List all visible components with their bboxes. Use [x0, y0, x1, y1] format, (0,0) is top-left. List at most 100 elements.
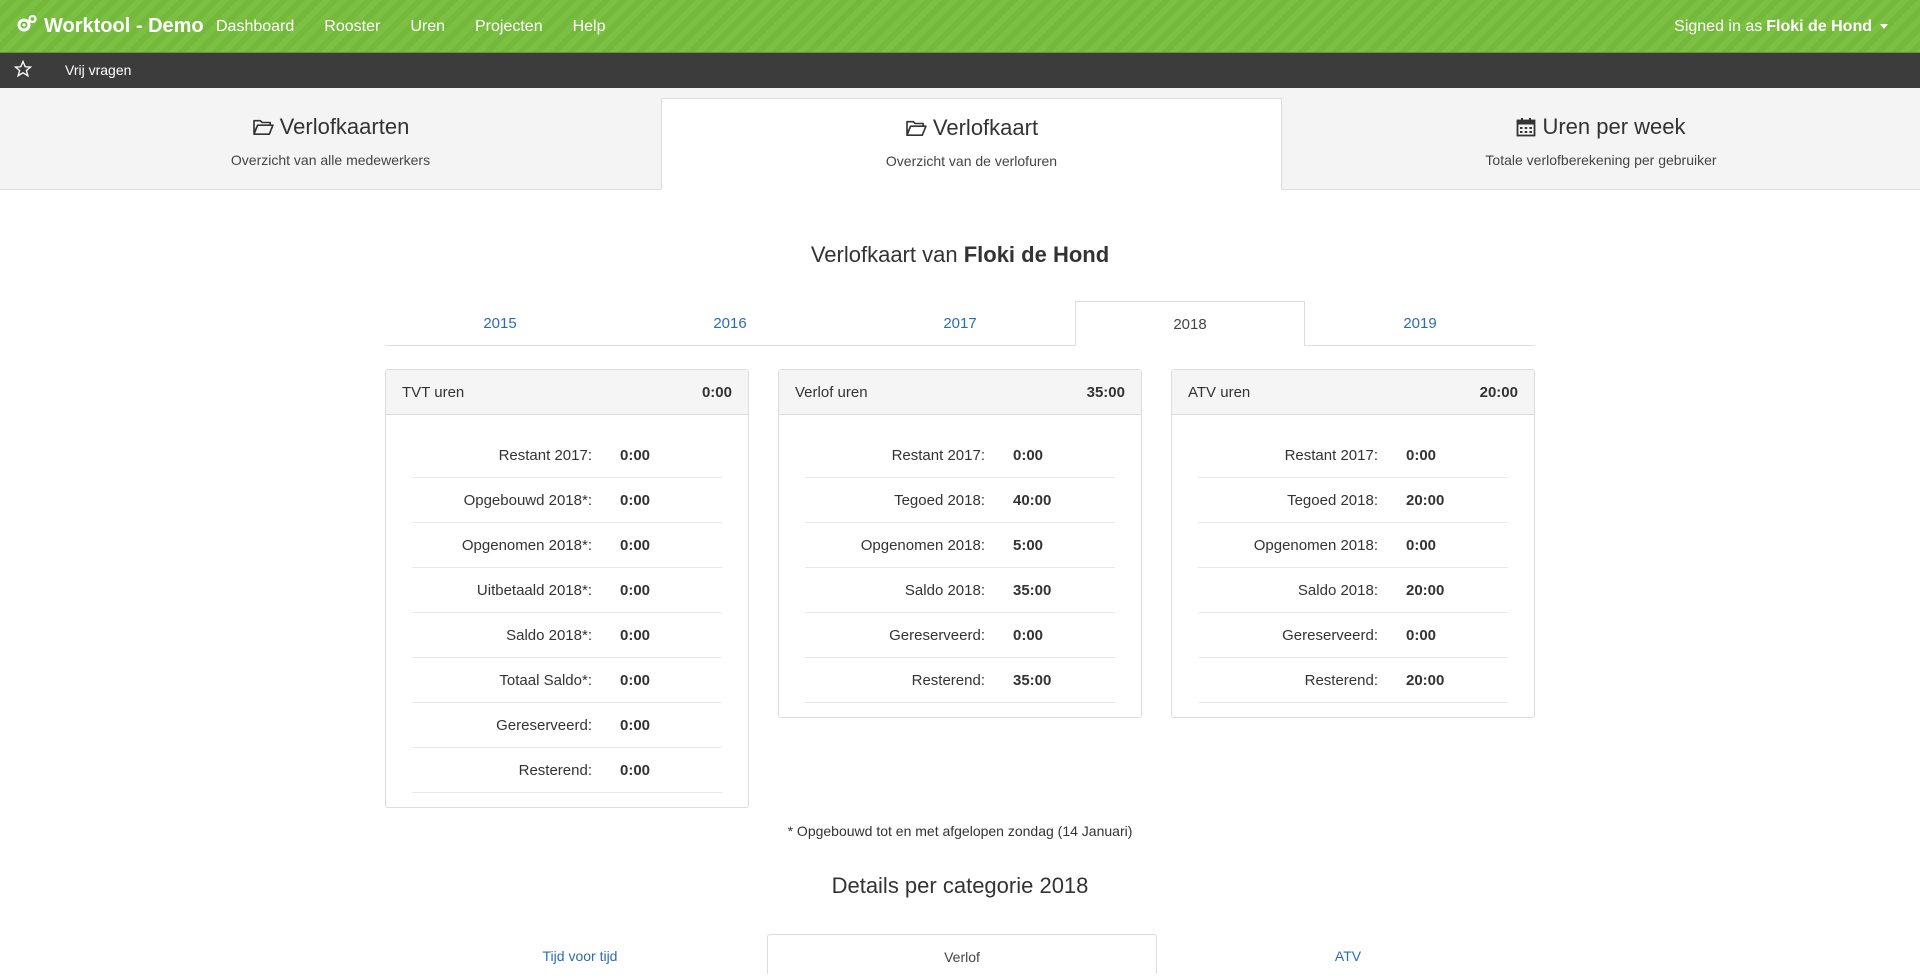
row-value: 0:00 — [1406, 536, 1437, 554]
list-item: Gereserveerd: 0:00 — [412, 703, 722, 748]
tab-uren-per-week[interactable]: Uren per week Totale verlofberekening pe… — [1282, 88, 1920, 189]
panel-verlof-uren: Verlof uren 35:00 Restant 2017: 0:00 Tego… — [778, 369, 1142, 718]
nav-dashboard[interactable]: Dashboard — [216, 18, 294, 36]
list-item: Uitbetaald 2018*: 0:00 — [412, 568, 722, 613]
tab-year-2019[interactable]: 2019 — [1305, 301, 1535, 346]
row-label: Opgenomen 2018: — [860, 536, 985, 554]
panel-title: ATV uren — [1188, 383, 1251, 401]
row-value: 0:00 — [620, 716, 651, 734]
tab-atv[interactable]: ATV — [1153, 934, 1543, 974]
tab-year-2015[interactable]: 2015 — [385, 301, 615, 346]
row-label: Resterend: — [911, 671, 985, 689]
category-tabs: Tijd voor tijd Verlof ATV — [385, 934, 1535, 974]
section-tabs: Verlofkaarten Overzicht van alle medewer… — [0, 88, 1920, 190]
row-label: Saldo 2018: — [1297, 581, 1378, 599]
user-menu[interactable]: Signed in as Floki de Hond — [1674, 0, 1888, 53]
list-item: Tegoed 2018: 40:00 — [805, 478, 1115, 523]
row-label: Opgenomen 2018: — [1253, 536, 1378, 554]
list-item: Opgenomen 2018: 0:00 — [1198, 523, 1508, 568]
panel-total: 35:00 — [1086, 383, 1125, 401]
list-item: Restant 2017: 0:00 — [1198, 433, 1508, 478]
row-value: 0:00 — [620, 446, 651, 464]
list-item: Resterend: 20:00 — [1198, 658, 1508, 703]
tab-verlofkaart[interactable]: Verlofkaart Overzicht van de verlofuren — [661, 98, 1282, 190]
list-item: Gereserveerd: 0:00 — [1198, 613, 1508, 658]
panel-header: Verlof uren 35:00 — [779, 370, 1141, 415]
nav-help[interactable]: Help — [573, 18, 606, 36]
panel-total: 0:00 — [701, 383, 732, 401]
tab-title: Verlofkaarten — [279, 114, 410, 139]
row-label: Saldo 2018: — [904, 581, 985, 599]
row-label: Totaal Saldo*: — [499, 671, 592, 689]
panel-header: TVT uren 0:00 — [386, 370, 748, 415]
star-icon[interactable] — [14, 60, 32, 78]
row-label: Restant 2017: — [1284, 446, 1378, 464]
nav-uren[interactable]: Uren — [410, 18, 445, 36]
row-value: 0:00 — [620, 626, 651, 644]
list-item: Saldo 2018: 35:00 — [805, 568, 1115, 613]
list-item: Opgenomen 2018*: 0:00 — [412, 523, 722, 568]
row-value: 0:00 — [1013, 626, 1044, 644]
row-value: 0:00 — [620, 671, 651, 689]
row-value: 0:00 — [620, 761, 651, 779]
list-item: Resterend: 35:00 — [805, 658, 1115, 703]
list-item: Opgebouwd 2018*: 0:00 — [412, 478, 722, 523]
panel-rows: Restant 2017: 0:00 Opgebouwd 2018*: 0:00 O… — [386, 415, 748, 807]
row-value: 0:00 — [620, 491, 651, 509]
panel-title: TVT uren — [402, 383, 465, 401]
row-label: Uitbetaald 2018*: — [476, 581, 592, 599]
list-item: Totaal Saldo*: 0:00 — [412, 658, 722, 703]
row-label: Restant 2017: — [891, 446, 985, 464]
row-value: 20:00 — [1406, 581, 1445, 599]
row-value: 0:00 — [620, 581, 651, 599]
row-label: Opgenomen 2018*: — [461, 536, 592, 554]
tab-tijd-voor-tijd[interactable]: Tijd voor tijd — [385, 934, 775, 974]
row-label: Tegoed 2018: — [1287, 491, 1378, 509]
panel-rows: Restant 2017: 0:00 Tegoed 2018: 20:00 Opge… — [1172, 415, 1534, 717]
list-item: Saldo 2018*: 0:00 — [412, 613, 722, 658]
nav-rooster[interactable]: Rooster — [324, 18, 380, 36]
panel-title: Verlof uren — [795, 383, 868, 401]
row-value: 35:00 — [1013, 671, 1052, 689]
panel-rows: Restant 2017: 0:00 Tegoed 2018: 40:00 Opge… — [779, 415, 1141, 717]
row-label: Resterend: — [518, 761, 592, 779]
nav-projecten[interactable]: Projecten — [475, 18, 543, 36]
tab-year-2018[interactable]: 2018 — [1075, 301, 1305, 346]
row-label: Saldo 2018*: — [506, 626, 592, 644]
row-label: Restant 2017: — [498, 446, 592, 464]
title-user-name: Floki de Hond — [963, 242, 1110, 267]
top-navbar: Worktool - Demo Dashboard Rooster Uren P… — [0, 0, 1920, 53]
footnote: * Opgebouwd tot en met afgelopen zondag … — [787, 823, 1133, 839]
row-value: 20:00 — [1406, 491, 1445, 509]
row-label: Gereserveerd: — [1282, 626, 1378, 644]
folder-open-icon — [906, 120, 927, 137]
tab-year-2016[interactable]: 2016 — [615, 301, 845, 346]
row-label: Gereserveerd: — [496, 716, 592, 734]
row-value: 0:00 — [1406, 626, 1437, 644]
row-value: 20:00 — [1406, 671, 1445, 689]
list-item: Tegoed 2018: 20:00 — [1198, 478, 1508, 523]
calendar-icon — [1517, 118, 1536, 137]
tab-subtitle: Totale verlofberekening per gebruiker — [1485, 152, 1717, 168]
tab-year-2017[interactable]: 2017 — [845, 301, 1075, 346]
page-title: Verlofkaart van Floki de Hond — [0, 242, 1920, 268]
row-value: 40:00 — [1013, 491, 1052, 509]
brand-name: Worktool - Demo — [44, 15, 204, 37]
panel-header: ATV uren 20:00 — [1172, 370, 1534, 415]
tab-verlof[interactable]: Verlof — [767, 934, 1157, 974]
tab-title: Uren per week — [1542, 114, 1686, 139]
brand-link[interactable]: Worktool - Demo — [16, 0, 204, 53]
row-value: 0:00 — [1406, 446, 1437, 464]
tab-verlofkaarten[interactable]: Verlofkaarten Overzicht van alle medewer… — [0, 88, 661, 189]
vrij-vragen-link[interactable]: Vrij vragen — [65, 62, 131, 78]
row-value: 5:00 — [1013, 536, 1044, 554]
panel-tvt-uren: TVT uren 0:00 Restant 2017: 0:00 Opgebouw… — [385, 369, 749, 808]
list-item: Restant 2017: 0:00 — [412, 433, 722, 478]
tab-title: Verlofkaart — [932, 115, 1039, 140]
list-item: Saldo 2018: 20:00 — [1198, 568, 1508, 613]
row-label: Tegoed 2018: — [894, 491, 985, 509]
row-label: Resterend: — [1304, 671, 1378, 689]
title-prefix: Verlofkaart van — [810, 242, 958, 267]
list-item: Restant 2017: 0:00 — [805, 433, 1115, 478]
gears-icon — [16, 14, 38, 40]
